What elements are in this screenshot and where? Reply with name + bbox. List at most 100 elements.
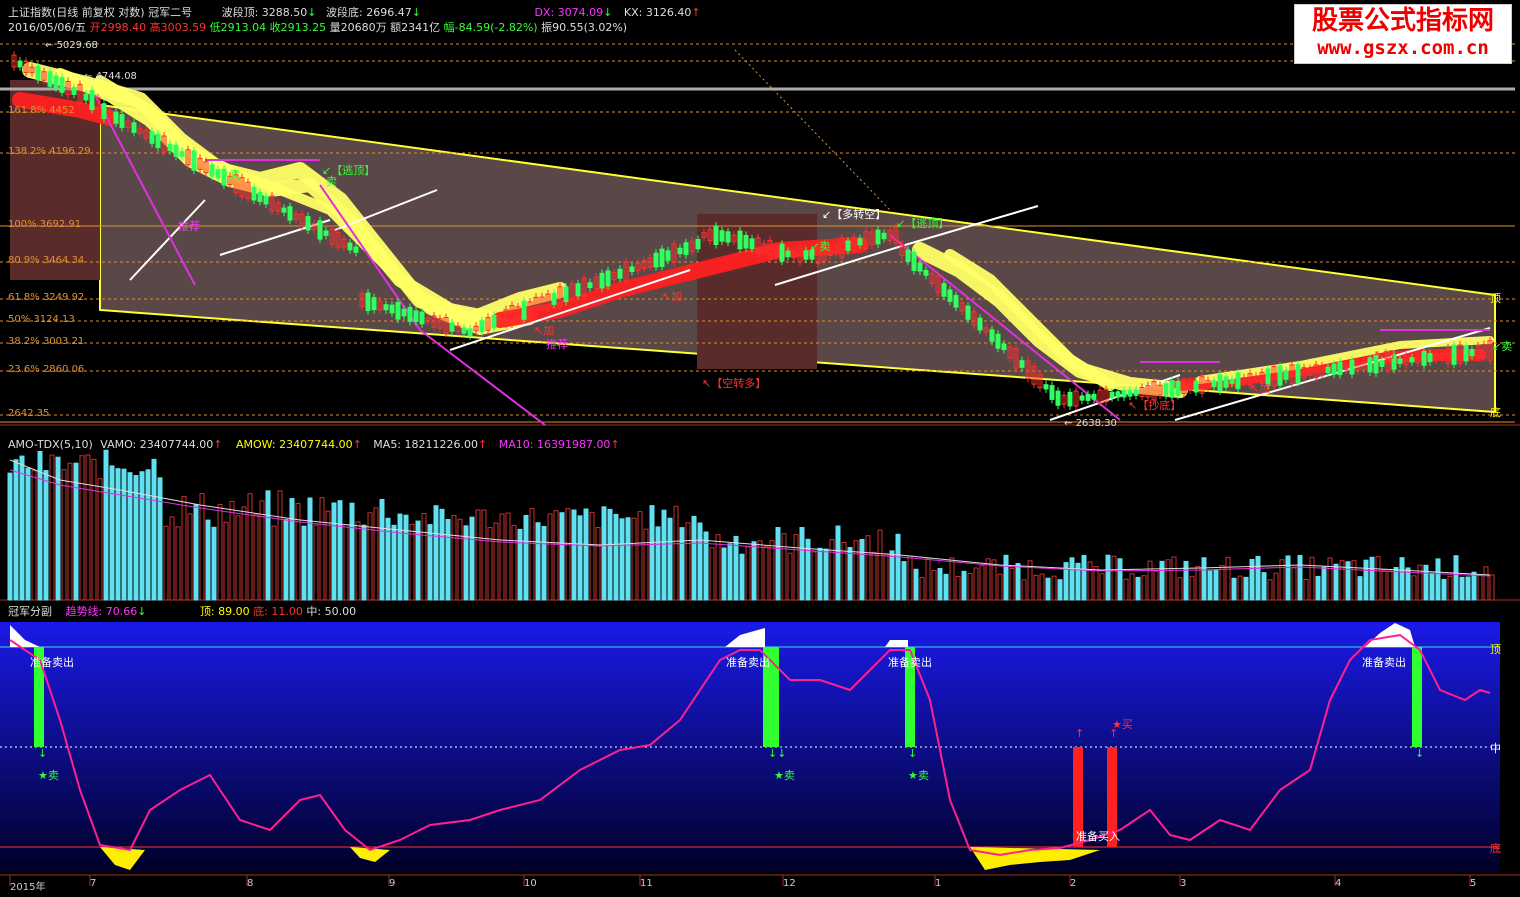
volume-bar xyxy=(1447,575,1453,601)
volume-bar xyxy=(1273,572,1279,601)
volume-bar xyxy=(703,531,709,601)
amow-value: 23407744.00 xyxy=(279,438,353,451)
high-value: 3003.59 xyxy=(160,21,207,34)
volume-bar xyxy=(247,493,253,601)
candle-body xyxy=(371,297,377,311)
signal-escape-top-2: ↙【逃顶】 xyxy=(896,217,950,230)
signal-sell-2: 卖 xyxy=(326,175,337,188)
kx-value: 3126.40 xyxy=(645,6,692,19)
candle-body xyxy=(1193,380,1199,393)
volume-bar xyxy=(295,502,301,601)
volume-bar xyxy=(493,522,499,601)
volume-bar xyxy=(331,502,337,601)
candle-body xyxy=(587,282,593,289)
time-axis-tick: 11 xyxy=(640,878,653,889)
close-label: 收 xyxy=(269,21,281,34)
osc-right-bottom: 底 xyxy=(1490,842,1501,855)
volume-bar xyxy=(307,497,313,601)
volume-bar xyxy=(1249,558,1255,601)
volume-bar xyxy=(403,514,409,601)
watermark-title: 股票公式指标网 xyxy=(1311,6,1494,36)
volume-bar xyxy=(499,513,505,601)
volume-bar xyxy=(451,515,457,601)
signal-add-4: ↖加 xyxy=(1250,382,1271,395)
volume-bar xyxy=(469,516,475,601)
candle-body xyxy=(947,289,953,302)
volume-bar xyxy=(1039,573,1045,601)
candle-body xyxy=(353,246,359,253)
volume-bar xyxy=(745,546,751,601)
candle-body xyxy=(389,304,395,314)
signal-short-to-long: ↖【空转多】 xyxy=(702,377,767,390)
kx-label: KX: xyxy=(623,6,643,19)
candle-body xyxy=(263,195,269,205)
signal-arrow: ↓↓ xyxy=(768,747,786,760)
volume-bar xyxy=(37,451,43,601)
price-mark-2: ← 4744.08 xyxy=(84,71,137,82)
volume-bar xyxy=(379,498,385,601)
candle-body xyxy=(629,266,635,272)
volume-bar xyxy=(541,525,547,601)
candle-body xyxy=(479,320,485,333)
fib-level-label: 138.2% 4196.29 xyxy=(8,146,91,157)
candle-body xyxy=(491,314,497,329)
volume-bar xyxy=(397,513,403,601)
volume-bar xyxy=(193,504,199,601)
volume-bar xyxy=(361,524,367,601)
volume-bar xyxy=(1105,554,1111,601)
candle-body xyxy=(677,247,683,255)
volume-bar xyxy=(523,515,529,601)
volume-bar xyxy=(883,553,889,601)
candle-body xyxy=(191,150,197,171)
dx-label: DX: xyxy=(534,6,555,19)
volume-bar xyxy=(1231,577,1237,601)
wave-bottom-value: 2696.47 xyxy=(366,6,412,19)
price-low-mark: ← 2638.30 xyxy=(1064,418,1117,429)
volume-bar xyxy=(1477,574,1483,601)
volume-bar xyxy=(799,527,805,601)
fib-level-label: 38.2% 3003.21 xyxy=(8,336,85,347)
candle-body xyxy=(1079,395,1085,401)
volume-bar xyxy=(1195,566,1201,601)
watermark-logo: 股票公式指标网 www.gszx.com.cn xyxy=(1294,4,1512,64)
candle-body xyxy=(1049,385,1055,400)
volume-bar xyxy=(529,507,535,601)
volume-bar xyxy=(157,477,163,601)
volume-bar xyxy=(781,533,787,601)
candle-body xyxy=(917,262,923,272)
fib-level-label: 23.6% 2860.06 xyxy=(8,364,85,375)
candle-body xyxy=(395,301,401,320)
volume-bar xyxy=(937,568,943,601)
candle-body xyxy=(251,186,257,201)
volume-bar xyxy=(97,478,103,601)
volume-bar xyxy=(613,513,619,601)
ready-sell-4: 准备卖出 xyxy=(1362,656,1406,669)
support-line xyxy=(419,329,546,426)
candle-body xyxy=(131,122,137,133)
candle-body xyxy=(1055,390,1061,406)
volume-bar xyxy=(1093,566,1099,601)
time-axis-tick: 2 xyxy=(1070,878,1077,889)
candle-body xyxy=(287,206,293,221)
amount-label: 额 xyxy=(390,21,402,34)
volume-bar xyxy=(277,490,283,601)
volume-bar xyxy=(1399,557,1405,601)
volume-bar xyxy=(1069,557,1075,601)
signal-long-to-short: ↙【多转空】 xyxy=(822,208,887,221)
volume-bar xyxy=(205,519,211,601)
header-row-1: 上证指数(日线 前复权 对数) 冠军二号 波段顶: 3288.50↓ 波段底: … xyxy=(8,6,701,19)
volume-bar xyxy=(847,547,853,601)
volume-bar xyxy=(133,475,139,601)
volume-bar xyxy=(979,565,985,601)
time-axis-tick: 7 xyxy=(90,878,97,889)
volume-bar xyxy=(139,471,145,601)
ma10-label: MA10: xyxy=(498,438,534,451)
bottom-value: 11.00 xyxy=(271,605,303,618)
candle-body xyxy=(659,248,665,267)
candle-body xyxy=(749,238,755,249)
time-axis-tick: 4 xyxy=(1335,878,1342,889)
volume-bar xyxy=(313,524,319,601)
candle-body xyxy=(413,310,419,322)
ready-sell-2: 准备卖出 xyxy=(726,656,770,669)
volume-bar xyxy=(223,521,229,601)
